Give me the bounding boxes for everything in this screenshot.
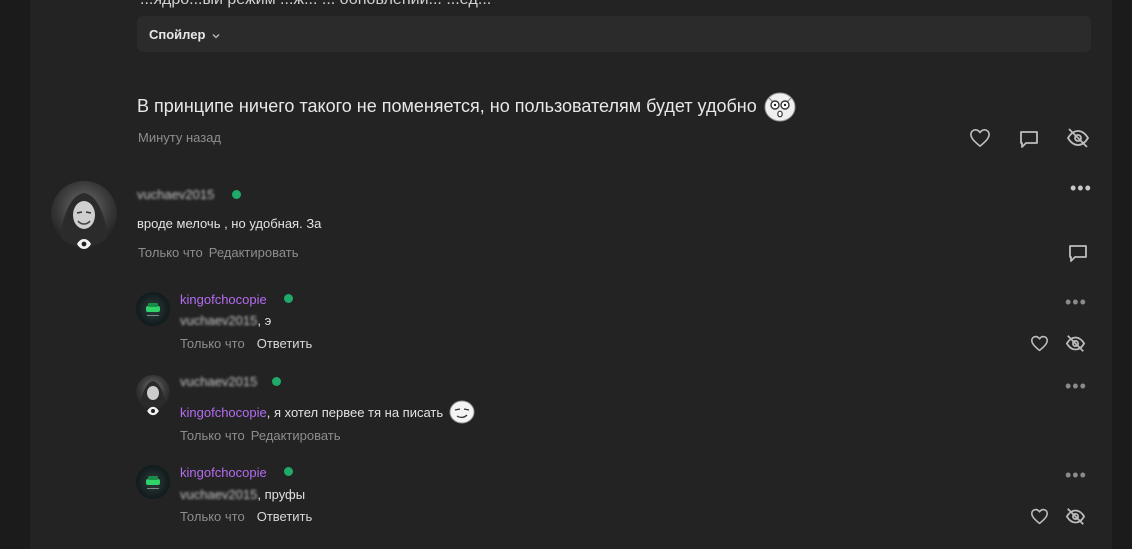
edit-link[interactable]: Редактировать	[251, 428, 341, 443]
hide-button[interactable]	[1066, 126, 1090, 150]
main-comment-time: Минуту назад	[138, 130, 222, 145]
avatar[interactable]	[136, 292, 170, 326]
comment-bubble-icon	[1020, 131, 1038, 148]
more-dots-icon[interactable]: •••	[1070, 179, 1092, 197]
reply-button[interactable]	[1066, 241, 1090, 265]
avatar[interactable]	[136, 465, 170, 499]
mention-link[interactable]: kingofchocopie	[180, 405, 267, 420]
online-indicator	[284, 467, 293, 476]
more-dots-icon[interactable]: •••	[1065, 377, 1087, 395]
main-comment-text: В принципе ничего такого не поменяется, …	[137, 90, 796, 122]
comment-author[interactable]: kingofchocopie	[180, 465, 267, 480]
online-indicator	[284, 294, 293, 303]
comment-meta: Только что Ответить	[180, 509, 312, 524]
reply-link[interactable]: Ответить	[257, 336, 313, 351]
spoiler-toggle[interactable]: Спойлер	[137, 16, 1091, 52]
online-indicator	[272, 377, 281, 386]
comment-text: kingofchocopie, я хотел первее тя на пис…	[180, 400, 475, 424]
comment-text: vuchaev2015, пруфы	[180, 487, 306, 502]
more-dots-icon[interactable]: •••	[1065, 466, 1087, 484]
eye-slash-icon	[1065, 507, 1085, 525]
comment-time: Только что	[180, 428, 245, 443]
like-button[interactable]	[968, 126, 992, 150]
mention-link[interactable]: vuchaev2015	[180, 313, 257, 328]
partial-text-top: ...ядро...ый режим ...ж... ... обновлени…	[140, 0, 491, 9]
online-indicator	[232, 190, 241, 199]
eye-icon	[76, 236, 92, 252]
reply-link[interactable]: Ответить	[257, 509, 313, 524]
like-button[interactable]	[1027, 331, 1051, 355]
comment-text: vuchaev2015, э	[180, 313, 272, 328]
like-button[interactable]	[1027, 504, 1051, 528]
comment-time: Только что	[138, 245, 203, 260]
smug-face-emoji-icon	[449, 400, 475, 424]
more-dots-icon[interactable]: •••	[1065, 293, 1087, 311]
mention-link[interactable]: vuchaev2015	[180, 487, 257, 502]
hide-button[interactable]	[1063, 504, 1087, 528]
shocked-face-emoji-icon	[763, 90, 796, 122]
comment-meta: Только что Редактировать	[180, 428, 341, 443]
comment-author[interactable]: vuchaev2015	[137, 187, 214, 202]
edit-link[interactable]: Редактировать	[209, 245, 299, 260]
heart-icon	[1030, 335, 1048, 351]
comment-text: вроде мелочь , но удобная. За	[137, 216, 322, 231]
comment-author[interactable]: vuchaev2015	[180, 374, 257, 389]
reply-button[interactable]	[1017, 127, 1041, 151]
eye-slash-icon	[1065, 334, 1085, 352]
spoiler-label: Спойлер	[149, 26, 206, 42]
hide-button[interactable]	[1063, 331, 1087, 355]
comment-meta: Только что Редактировать	[138, 245, 299, 260]
eye-icon	[145, 403, 161, 419]
comment-meta: Только что Ответить	[180, 336, 312, 351]
chevron-down-icon	[211, 29, 221, 39]
comment-bubble-icon	[1069, 245, 1087, 262]
heart-icon	[970, 129, 990, 147]
comment-author[interactable]: kingofchocopie	[180, 292, 267, 307]
comment-time: Только что	[180, 509, 245, 524]
heart-icon	[1030, 508, 1048, 524]
eye-slash-icon	[1066, 128, 1090, 148]
comment-time: Только что	[180, 336, 245, 351]
